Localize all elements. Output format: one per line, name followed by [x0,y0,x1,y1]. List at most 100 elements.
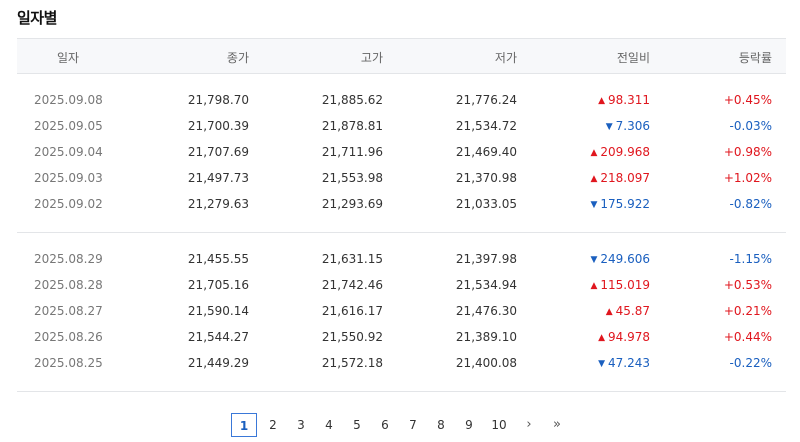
page-link-1[interactable]: 1 [231,413,257,437]
cell-high: 21,553.98 [321,171,383,185]
page-link-5[interactable]: 5 [345,413,369,437]
cell-high: 21,572.18 [321,356,383,370]
cell-low: 21,534.72 [455,119,517,133]
cell-low: 21,370.98 [455,171,517,185]
cell-low: 21,469.40 [455,145,517,159]
change-value: 115.019 [600,278,650,292]
cell-close: 21,544.27 [187,330,249,344]
triangle-down-icon: ▼ [590,255,598,265]
cell-change: ▼ 7.306 [606,119,650,133]
cell-date: 2025.08.26 [34,330,103,344]
cell-high: 21,293.69 [321,197,383,211]
cell-close: 21,449.29 [187,356,249,370]
page-link-9[interactable]: 9 [457,413,481,437]
header-rate: 등락률 [738,51,772,65]
table-row: 2025.09.02 21,279.63 21,293.69 21,033.05 ▼ 17… [17,192,786,218]
page-link-7[interactable]: 7 [401,413,425,437]
change-value: 175.922 [600,197,650,211]
cell-date: 2025.09.08 [34,93,103,107]
cell-close: 21,279.63 [187,197,249,211]
triangle-up-icon: ▲ [590,281,598,291]
triangle-up-icon: ▲ [590,174,598,184]
page-title: 일자별 [17,9,57,27]
cell-high: 21,742.46 [321,278,383,292]
cell-close: 21,707.69 [187,145,249,159]
header-close: 종가 [226,51,249,65]
table-body: 2025.09.08 21,798.70 21,885.62 21,776.24 ▲ 98… [17,74,786,392]
double-chevron-right-icon[interactable]: » [545,413,569,437]
daily-price-table: 일자 종가 고가 저가 전일비 등락률 2025.09.08 21,798.70 2… [17,38,786,392]
cell-date: 2025.08.29 [34,252,103,266]
cell-close: 21,497.73 [187,171,249,185]
change-value: 45.87 [615,304,650,318]
cell-change: ▼ 47.243 [598,356,650,370]
page-link-2[interactable]: 2 [261,413,285,437]
cell-low: 21,389.10 [455,330,517,344]
triangle-up-icon: ▲ [598,96,605,106]
triangle-down-icon: ▼ [605,122,613,132]
cell-high: 21,711.96 [321,145,383,159]
cell-rate: +0.44% [723,330,772,344]
cell-change: ▲ 94.978 [598,330,650,344]
cell-date: 2025.09.02 [34,197,103,211]
page-link-3[interactable]: 3 [289,413,313,437]
triangle-up-icon: ▲ [590,148,598,158]
table-row: 2025.08.27 21,590.14 21,616.17 21,476.30 ▲ 45… [17,299,786,325]
cell-rate: -0.82% [729,197,772,211]
cell-rate: +0.21% [723,304,772,318]
cell-rate: +0.98% [723,145,772,159]
header-low: 저가 [494,51,517,65]
cell-rate: -1.15% [729,252,772,266]
table-row: 2025.08.26 21,544.27 21,550.92 21,389.10 ▲ 94… [17,325,786,351]
change-value: 94.978 [608,330,650,344]
cell-high: 21,616.17 [321,304,383,318]
table-row: 2025.08.28 21,705.16 21,742.46 21,534.94 ▲ 11… [17,273,786,299]
table-row: 2025.08.25 21,449.29 21,572.18 21,400.08 ▼ 47… [17,351,786,377]
cell-close: 21,455.55 [187,252,249,266]
table-row: 2025.09.05 21,700.39 21,878.81 21,534.72 ▼ 7.… [17,114,786,140]
row-group: 2025.08.29 21,455.55 21,631.15 21,397.98 ▼ 24… [17,232,786,392]
cell-change: ▼ 175.922 [590,197,650,211]
cell-date: 2025.09.04 [34,145,103,159]
page-link-8[interactable]: 8 [429,413,453,437]
cell-date: 2025.08.28 [34,278,103,292]
pagination: 1 2 3 4 5 6 7 8 9 10 ›» [231,413,573,437]
page-link-10[interactable]: 10 [485,413,513,437]
change-value: 209.968 [600,145,650,159]
table-row: 2025.09.03 21,497.73 21,553.98 21,370.98 ▲ 21… [17,166,786,192]
cell-rate: +1.02% [723,171,772,185]
cell-date: 2025.09.05 [34,119,103,133]
cell-rate: -0.03% [729,119,772,133]
cell-high: 21,885.62 [321,93,383,107]
table-row: 2025.08.29 21,455.55 21,631.15 21,397.98 ▼ 24… [17,247,786,273]
change-value: 7.306 [615,119,650,133]
change-value: 98.311 [608,93,650,107]
cell-close: 21,700.39 [187,119,249,133]
cell-change: ▼ 249.606 [590,252,650,266]
triangle-down-icon: ▼ [598,359,605,369]
triangle-up-icon: ▲ [605,307,613,317]
cell-date: 2025.08.25 [34,356,103,370]
change-value: 47.243 [608,356,650,370]
page-link-6[interactable]: 6 [373,413,397,437]
cell-change: ▲ 209.968 [590,145,650,159]
cell-high: 21,878.81 [321,119,383,133]
cell-close: 21,798.70 [187,93,249,107]
cell-change: ▲ 98.311 [598,93,650,107]
cell-change: ▲ 218.097 [590,171,650,185]
table-row: 2025.09.08 21,798.70 21,885.62 21,776.24 ▲ 98… [17,88,786,114]
cell-low: 21,476.30 [455,304,517,318]
cell-low: 21,776.24 [455,93,517,107]
cell-date: 2025.08.27 [34,304,103,318]
chevron-right-icon[interactable]: › [517,413,541,437]
cell-low: 21,400.08 [455,356,517,370]
cell-change: ▲ 45.87 [606,304,650,318]
cell-rate: -0.22% [729,356,772,370]
cell-close: 21,705.16 [187,278,249,292]
page-link-4[interactable]: 4 [317,413,341,437]
header-change: 전일비 [616,51,650,65]
triangle-down-icon: ▼ [590,200,598,210]
cell-low: 21,033.05 [455,197,517,211]
triangle-up-icon: ▲ [598,333,605,343]
cell-close: 21,590.14 [187,304,249,318]
